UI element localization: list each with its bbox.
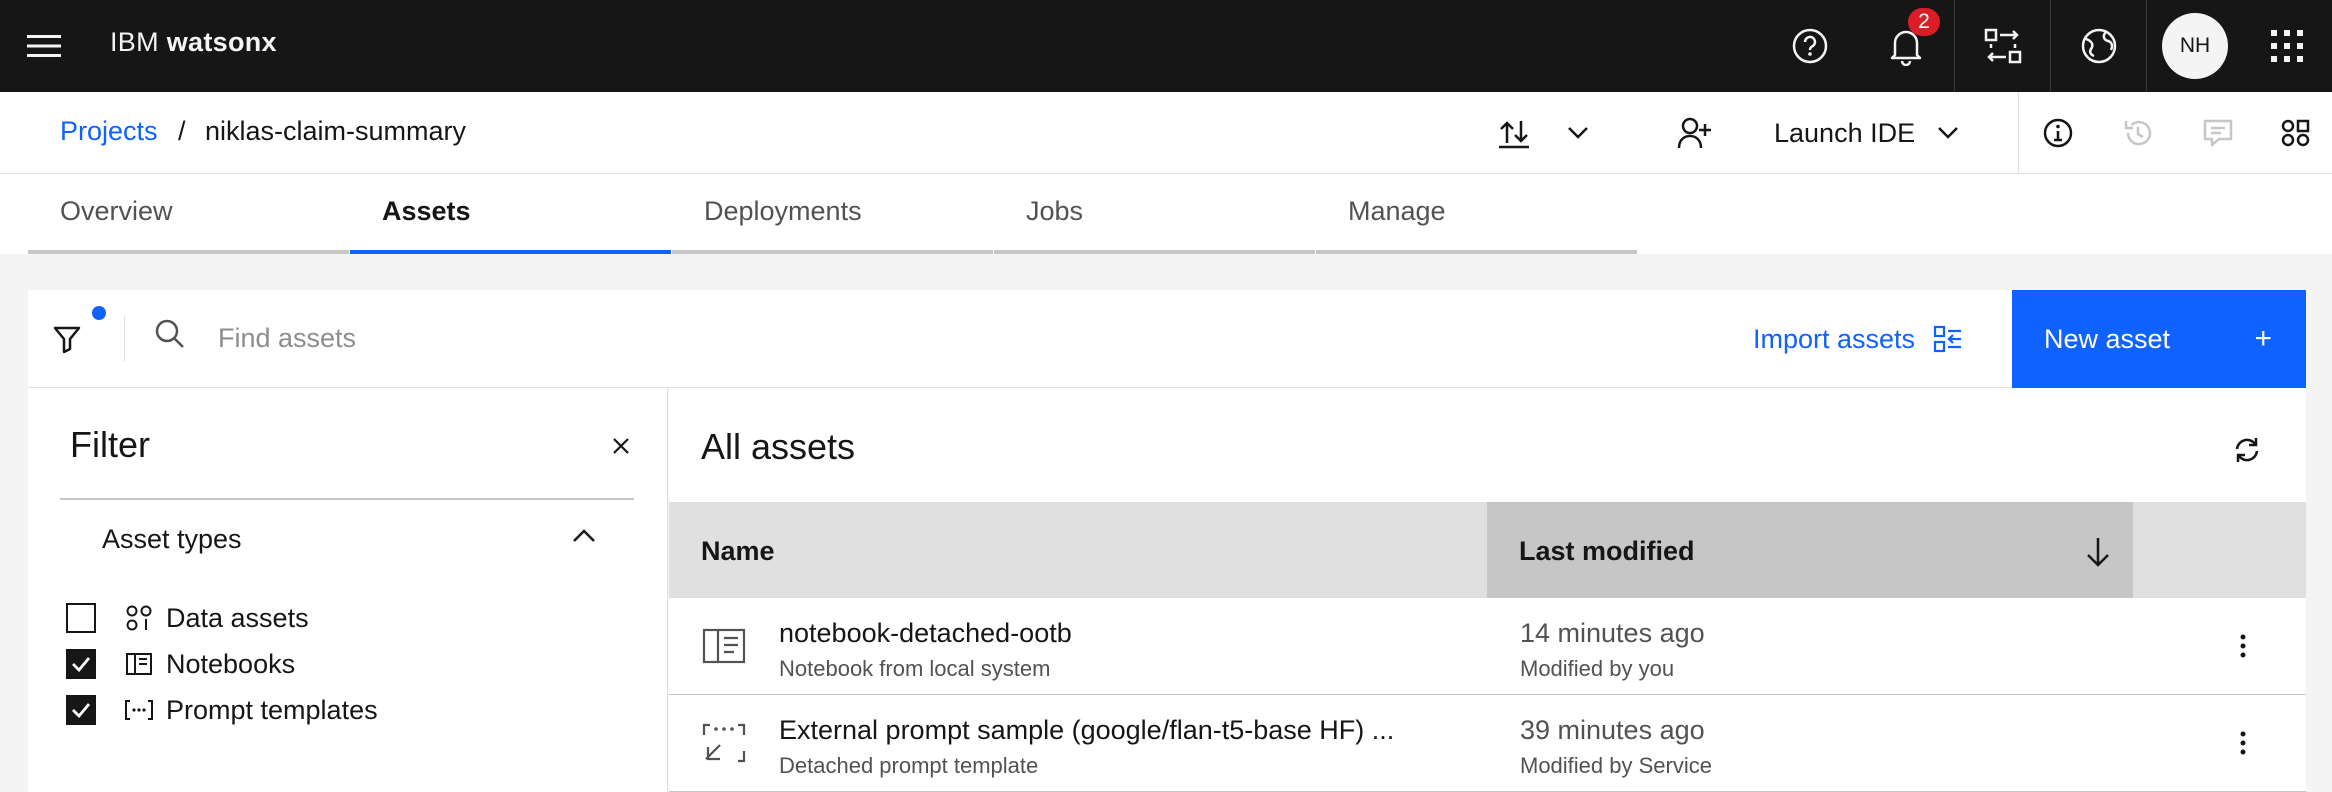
launch-ide-dropdown[interactable]: Launch IDE <box>1768 92 1968 174</box>
toolbar-divider <box>124 316 125 362</box>
column-label: Last modified <box>1519 536 1695 566</box>
import-assets-label: Import assets <box>1753 323 1916 354</box>
tab-label: Manage <box>1348 196 1446 226</box>
prompt-templates-checkbox[interactable] <box>66 695 96 725</box>
asset-name[interactable]: External prompt sample (google/flan-t5-b… <box>779 715 1394 746</box>
notification-icon[interactable]: 2 <box>1858 0 1954 92</box>
notification-count-badge: 2 <box>1908 8 1940 36</box>
last-modified: 39 minutes ago <box>1520 715 1705 745</box>
tab-overview[interactable]: Overview <box>28 174 349 254</box>
filter-option-notebooks[interactable]: Notebooks <box>66 644 295 684</box>
filter-option-label: Prompt templates <box>166 694 378 725</box>
comments-icon[interactable] <box>2178 92 2258 174</box>
top-header: IBM watsonx 2 NH <box>0 0 2332 92</box>
project-header: Projects / niklas-claim-summary Launch I… <box>0 92 2332 174</box>
tab-label: Assets <box>382 196 471 226</box>
assets-title: All assets <box>701 426 856 467</box>
arrow-down-icon <box>2085 536 2111 568</box>
asset-types-heading[interactable]: Asset types <box>102 524 242 555</box>
help-icon[interactable] <box>1762 0 1858 92</box>
chevron-down-icon <box>1937 126 1959 140</box>
notebook-icon <box>701 626 747 666</box>
filter-panel: Filter Asset types Data assets Notebooks… <box>28 388 668 792</box>
side-panel-icon[interactable] <box>2258 92 2332 174</box>
column-header-last-modified[interactable]: Last modified <box>1487 502 2133 598</box>
app-switcher-icon[interactable] <box>2242 0 2332 92</box>
filter-divider <box>60 498 634 500</box>
header-divider <box>2146 0 2147 92</box>
filter-option-label: Data assets <box>166 602 309 633</box>
brand-name: watsonx <box>166 27 277 57</box>
project-tabs: Overview Assets Deployments Jobs Manage <box>0 174 2332 254</box>
overflow-menu-icon[interactable] <box>2223 723 2263 763</box>
data-assets-checkbox[interactable] <box>66 603 96 633</box>
table-row[interactable]: External prompt sample (google/flan-t5-b… <box>669 695 2306 792</box>
asset-name[interactable]: notebook-detached-ootb <box>779 618 1072 649</box>
tab-jobs[interactable]: Jobs <box>994 174 1315 254</box>
notebook-icon <box>124 649 154 679</box>
tab-assets[interactable]: Assets <box>350 174 671 254</box>
tab-label: Deployments <box>704 196 862 226</box>
tab-deployments[interactable]: Deployments <box>672 174 993 254</box>
import-icon <box>1933 325 1963 353</box>
menu-icon[interactable] <box>14 16 74 76</box>
chevron-up-icon[interactable] <box>572 528 596 544</box>
table-row[interactable]: notebook-detached-ootb Notebook from loc… <box>669 598 2306 695</box>
switch-account-icon[interactable] <box>1954 0 2050 92</box>
add-collaborator-icon[interactable] <box>1655 92 1735 174</box>
assets-panel: All assets Name Last modified notebook-d… <box>669 388 2306 792</box>
launch-ide-label: Launch IDE <box>1774 117 1916 148</box>
detached-prompt-icon <box>701 723 747 763</box>
breadcrumb-projects-link[interactable]: Projects <box>60 116 158 147</box>
asset-type: Detached prompt template <box>779 753 1039 778</box>
product-name[interactable]: IBM watsonx <box>110 27 277 58</box>
assets-toolbar: Import assets New asset + <box>28 290 2306 388</box>
table-header: Name Last modified <box>669 502 2306 598</box>
chevron-down-icon[interactable] <box>1538 92 1618 174</box>
tab-label: Overview <box>60 196 173 226</box>
filter-option-data-assets[interactable]: Data assets <box>66 598 309 638</box>
data-assets-icon <box>124 603 154 633</box>
breadcrumb-separator: / <box>178 116 186 146</box>
filter-title: Filter <box>70 424 150 465</box>
modified-by: Modified by you <box>1520 656 1675 681</box>
tab-manage[interactable]: Manage <box>1316 174 1637 254</box>
filter-option-label: Notebooks <box>166 648 296 679</box>
filter-option-prompt-templates[interactable]: Prompt templates <box>66 690 378 730</box>
column-label: Name <box>701 536 775 566</box>
modified-by: Modified by Service <box>1520 753 1712 778</box>
globe-icon[interactable] <box>2050 0 2146 92</box>
last-modified: 14 minutes ago <box>1520 618 1705 648</box>
refresh-icon[interactable] <box>2221 424 2273 476</box>
brand-prefix: IBM <box>110 27 159 57</box>
search-icon <box>154 318 186 350</box>
notebooks-checkbox[interactable] <box>66 649 96 679</box>
filter-icon[interactable] <box>42 314 92 364</box>
breadcrumb-current-project: niklas-claim-summary <box>205 116 467 146</box>
import-assets-button[interactable]: Import assets <box>1753 290 1963 388</box>
history-icon[interactable] <box>2098 92 2178 174</box>
new-asset-button[interactable]: New asset + <box>2012 290 2306 388</box>
new-asset-label: New asset <box>2044 323 2171 354</box>
add-icon: + <box>2254 322 2272 355</box>
search-input[interactable] <box>218 312 1218 364</box>
active-filter-indicator <box>92 306 106 320</box>
avatar[interactable]: NH <box>2162 13 2228 79</box>
overflow-menu-icon[interactable] <box>2223 626 2263 666</box>
close-icon[interactable] <box>603 428 639 464</box>
info-icon[interactable] <box>2018 92 2098 174</box>
prompt-template-icon <box>124 695 154 725</box>
asset-type: Notebook from local system <box>779 656 1051 681</box>
column-header-name[interactable]: Name <box>669 502 1487 598</box>
tab-label: Jobs <box>1026 196 1084 226</box>
